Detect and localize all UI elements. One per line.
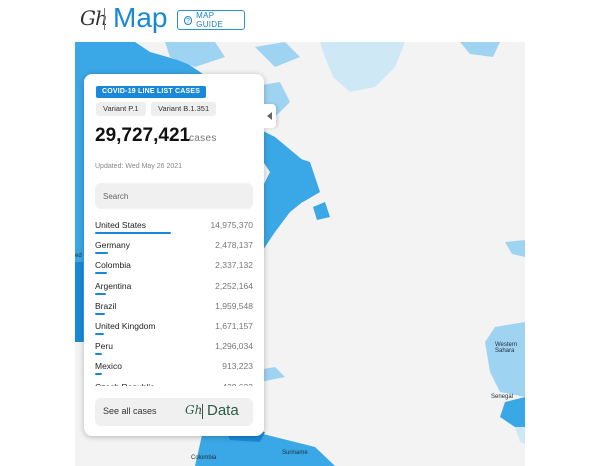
country-share-bar [95, 353, 102, 356]
map-guide-button[interactable]: ? MAP GUIDE [177, 10, 245, 30]
country-share-bar [95, 252, 108, 255]
country-share-bar [95, 232, 171, 234]
svalbard [460, 42, 500, 57]
country-name: Brazil [95, 300, 117, 311]
country-name: Germany [95, 240, 130, 251]
country-search-input[interactable] [95, 183, 253, 209]
gh-data-wordmark: Data [207, 402, 239, 419]
country-name: Argentina [95, 280, 132, 291]
west-africa-mid [500, 397, 525, 427]
country-case-count: 913,223 [222, 361, 253, 372]
country-share-bar [95, 332, 104, 335]
country-row[interactable]: Argentina 2,252,164 [95, 279, 253, 299]
country-name: United Kingdom [95, 320, 156, 331]
iberia [505, 240, 525, 257]
label-partial-ed: ed [75, 253, 82, 259]
top-header: Gh Map ? MAP GUIDE [0, 0, 599, 40]
label-western-sahara: Western Sahara [495, 342, 518, 354]
country-case-count: 2,252,164 [215, 280, 253, 291]
us-dark [75, 262, 83, 342]
greenland [320, 42, 405, 92]
country-row[interactable]: United States 14,975,370 [95, 218, 253, 238]
app-title: Map [113, 2, 168, 33]
country-case-count: 1,959,548 [215, 300, 253, 311]
country-case-count: 1,296,034 [215, 341, 253, 352]
country-case-count: 1,671,157 [215, 320, 253, 331]
country-name: Czech Republic [95, 382, 155, 387]
country-row[interactable]: Mexico 913,223 [95, 359, 253, 379]
label-suriname: Suriname [282, 450, 308, 456]
gulf-guinea [515, 427, 525, 444]
country-share-bar [95, 373, 102, 376]
total-cases: 29,727,421 [95, 125, 191, 146]
west-africa [485, 322, 525, 397]
country-case-count: 439,622 [222, 382, 253, 387]
country-row[interactable]: Germany 2,478,137 [95, 238, 253, 258]
country-name: United States [95, 220, 147, 230]
see-all-cases-link[interactable]: See all cases [103, 406, 157, 416]
country-name: Peru [95, 341, 113, 352]
collapse-panel-button[interactable] [264, 104, 276, 128]
label-colombia: Colombia [191, 455, 217, 461]
total-cases-unit: cases [189, 133, 217, 144]
country-share-bar [95, 292, 106, 295]
global-health-logo[interactable]: Gh [80, 6, 108, 30]
map-guide-label: MAP GUIDE [196, 11, 224, 29]
country-row[interactable]: Brazil 1,959,548 [95, 299, 253, 319]
country-share-bar [95, 312, 105, 315]
country-row[interactable]: Peru 1,296,034 [95, 339, 253, 359]
gh-data-logo: Gh [185, 403, 203, 417]
country-share-bar [95, 272, 107, 275]
arctic-island-2 [255, 42, 300, 67]
chevron-left-icon [267, 112, 272, 120]
country-row[interactable]: United Kingdom 1,671,157 [95, 319, 253, 339]
country-case-count: 14,975,370 [210, 220, 253, 230]
country-list[interactable]: United States 14,975,370 Germany 2,478,137 C… [95, 218, 253, 386]
panel-footer: See all cases Gh Data [95, 398, 253, 426]
country-row[interactable]: Colombia 2,337,132 [95, 258, 253, 278]
country-case-count: 2,478,137 [215, 240, 253, 251]
country-name: Colombia [95, 260, 131, 271]
logo-divider [104, 8, 105, 30]
cases-panel: COVID-19 LINE LIST CASES Variant P.1 Var… [84, 74, 264, 436]
label-senegal: Senegal [491, 394, 514, 400]
newfoundland [313, 202, 330, 220]
country-row[interactable]: Czech Republic 439,622 [95, 380, 253, 387]
updated-date: Updated: Wed May 26 2021 [95, 163, 183, 170]
line-list-badge: COVID-19 LINE LIST CASES [96, 86, 207, 98]
country-name: Mexico [95, 361, 122, 372]
footer-logo-divider [202, 404, 203, 419]
variant-p1-chip[interactable]: Variant P.1 [96, 102, 146, 116]
country-case-count: 2,337,132 [215, 260, 253, 271]
variant-b1351-chip[interactable]: Variant B.1.351 [151, 102, 217, 116]
help-icon: ? [184, 15, 193, 25]
